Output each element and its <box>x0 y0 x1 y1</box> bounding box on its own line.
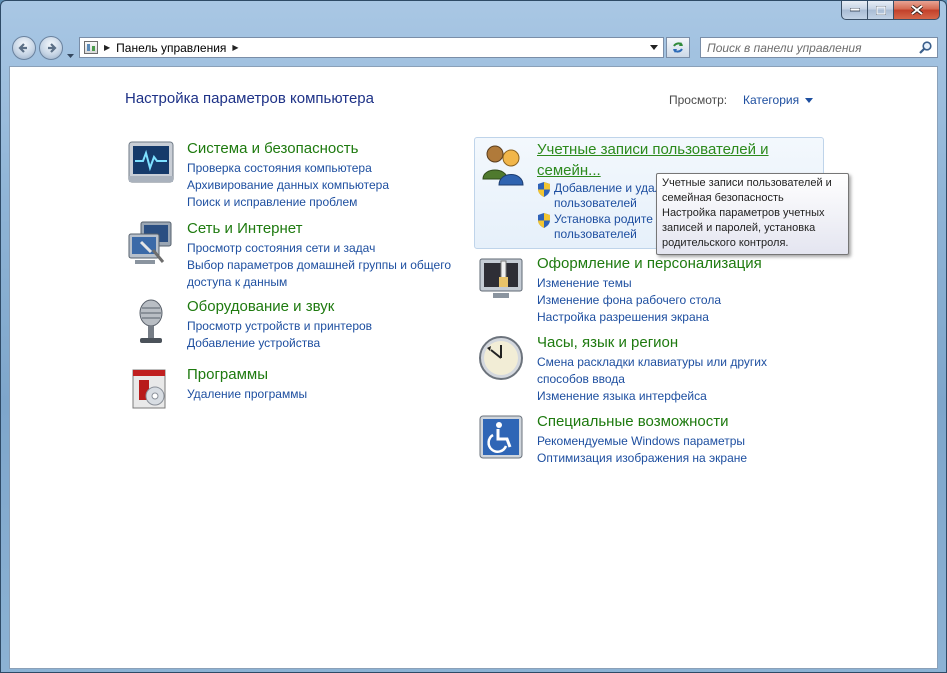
link-keyboard-layout[interactable]: Смена раскладки клавиатуры или других <box>537 354 767 371</box>
category-title[interactable]: Специальные возможности <box>537 413 729 430</box>
accessibility-icon[interactable] <box>477 413 527 463</box>
tooltip-line: родительского контроля. <box>662 237 789 249</box>
category-title[interactable]: Программы <box>187 366 268 383</box>
search-input[interactable] <box>707 40 912 55</box>
close-button[interactable] <box>894 1 940 20</box>
forward-button[interactable] <box>39 36 63 60</box>
control-panel-icon <box>84 41 98 54</box>
arrow-left-icon <box>18 43 27 53</box>
users-icon[interactable] <box>481 143 527 187</box>
view-mode-value[interactable]: Категория <box>743 93 799 107</box>
clock-icon[interactable] <box>477 334 527 384</box>
category-title-line2[interactable]: семейн... <box>537 162 601 179</box>
link-text[interactable]: пользователей <box>554 227 637 241</box>
link-text[interactable]: пользователей <box>554 196 637 210</box>
breadcrumb-arrow-icon[interactable]: ▶ <box>232 43 238 52</box>
address-bar[interactable]: ▶ Панель управления ▶ <box>79 37 664 58</box>
link-screen-resolution[interactable]: Настройка разрешения экрана <box>537 309 721 326</box>
search-icon[interactable] <box>919 41 932 59</box>
chevron-down-icon <box>67 54 74 58</box>
link-uninstall-program[interactable]: Удаление программы <box>187 386 307 403</box>
page-title: Настройка параметров компьютера <box>125 90 374 107</box>
link-recommended-settings[interactable]: Рекомендуемые Windows параметры <box>537 433 747 450</box>
address-dropdown-button[interactable] <box>645 38 663 57</box>
link-text[interactable]: Установка родите <box>554 212 653 226</box>
link-change-background[interactable]: Изменение фона рабочего стола <box>537 292 721 309</box>
appearance-icon[interactable] <box>477 255 527 305</box>
view-label: Просмотр: <box>669 93 728 107</box>
close-icon <box>910 5 923 15</box>
back-button[interactable] <box>12 36 36 60</box>
maximize-button[interactable] <box>868 1 894 20</box>
view-mode-selector[interactable]: Категория <box>743 93 814 107</box>
system-security-icon[interactable] <box>127 140 177 190</box>
refresh-icon <box>673 42 683 53</box>
link-parental-controls[interactable]: Установка родите пользователей <box>537 212 653 242</box>
link-backup[interactable]: Архивирование данных компьютера <box>187 177 389 194</box>
link-devices-printers[interactable]: Просмотр устройств и принтеров <box>187 318 372 335</box>
link-homegroup[interactable]: Выбор параметров домашней группы и общег… <box>187 257 451 274</box>
arrow-right-icon <box>48 43 57 53</box>
category-title[interactable]: Часы, язык и регион <box>537 334 678 351</box>
tooltip: Учетные записи пользователей и семейная … <box>656 173 849 255</box>
tooltip-line: семейная безопасность <box>662 192 784 204</box>
link-display-language[interactable]: Изменение языка интерфейса <box>537 388 767 405</box>
link-change-theme[interactable]: Изменение темы <box>537 275 721 292</box>
maximize-icon <box>875 5 886 15</box>
category-title[interactable]: Система и безопасность <box>187 140 358 157</box>
link-troubleshoot[interactable]: Поиск и исправление проблем <box>187 194 389 211</box>
refresh-button[interactable] <box>666 37 690 58</box>
programs-icon[interactable] <box>127 366 177 416</box>
caption-buttons <box>841 1 940 20</box>
search-box[interactable] <box>700 37 938 58</box>
minimize-button[interactable] <box>841 1 868 20</box>
network-icon[interactable] <box>127 220 177 270</box>
recent-pages-dropdown[interactable] <box>67 45 74 63</box>
category-title[interactable]: Сеть и Интернет <box>187 220 303 237</box>
uac-shield-icon <box>538 213 550 228</box>
category-title-line1[interactable]: Учетные записи пользователей и <box>537 141 769 158</box>
uac-shield-icon <box>538 182 550 197</box>
microphone-icon[interactable] <box>127 298 177 348</box>
category-title[interactable]: Оформление и персонализация <box>537 255 762 272</box>
content-area: Настройка параметров компьютера Просмотр… <box>9 66 938 669</box>
minimize-icon <box>849 8 860 12</box>
link-homegroup-cont[interactable]: доступа к данным <box>187 274 451 291</box>
link-keyboard-layout-cont[interactable]: способов ввода <box>537 371 767 388</box>
chevron-down-icon <box>650 45 658 50</box>
link-text[interactable]: Добавление и удал <box>554 181 662 195</box>
link-network-status[interactable]: Просмотр состояния сети и задач <box>187 240 451 257</box>
link-add-device[interactable]: Добавление устройства <box>187 335 372 352</box>
control-panel-window: ▶ Панель управления ▶ Настройка параметр… <box>0 0 947 673</box>
tooltip-line: Учетные записи пользователей и <box>662 177 832 189</box>
chevron-down-icon <box>805 97 814 103</box>
category-title[interactable]: Оборудование и звук <box>187 298 334 315</box>
link-check-computer-status[interactable]: Проверка состояния компьютера <box>187 160 389 177</box>
tooltip-line: Настройка параметров учетных <box>662 207 825 219</box>
link-add-remove-users[interactable]: Добавление и удал пользователей <box>537 181 662 211</box>
breadcrumb-arrow-icon[interactable]: ▶ <box>104 43 110 52</box>
breadcrumb-control-panel[interactable]: Панель управления <box>116 41 226 55</box>
link-optimize-display[interactable]: Оптимизация изображения на экране <box>537 450 747 467</box>
tooltip-line: записей и паролей, установка <box>662 222 816 234</box>
